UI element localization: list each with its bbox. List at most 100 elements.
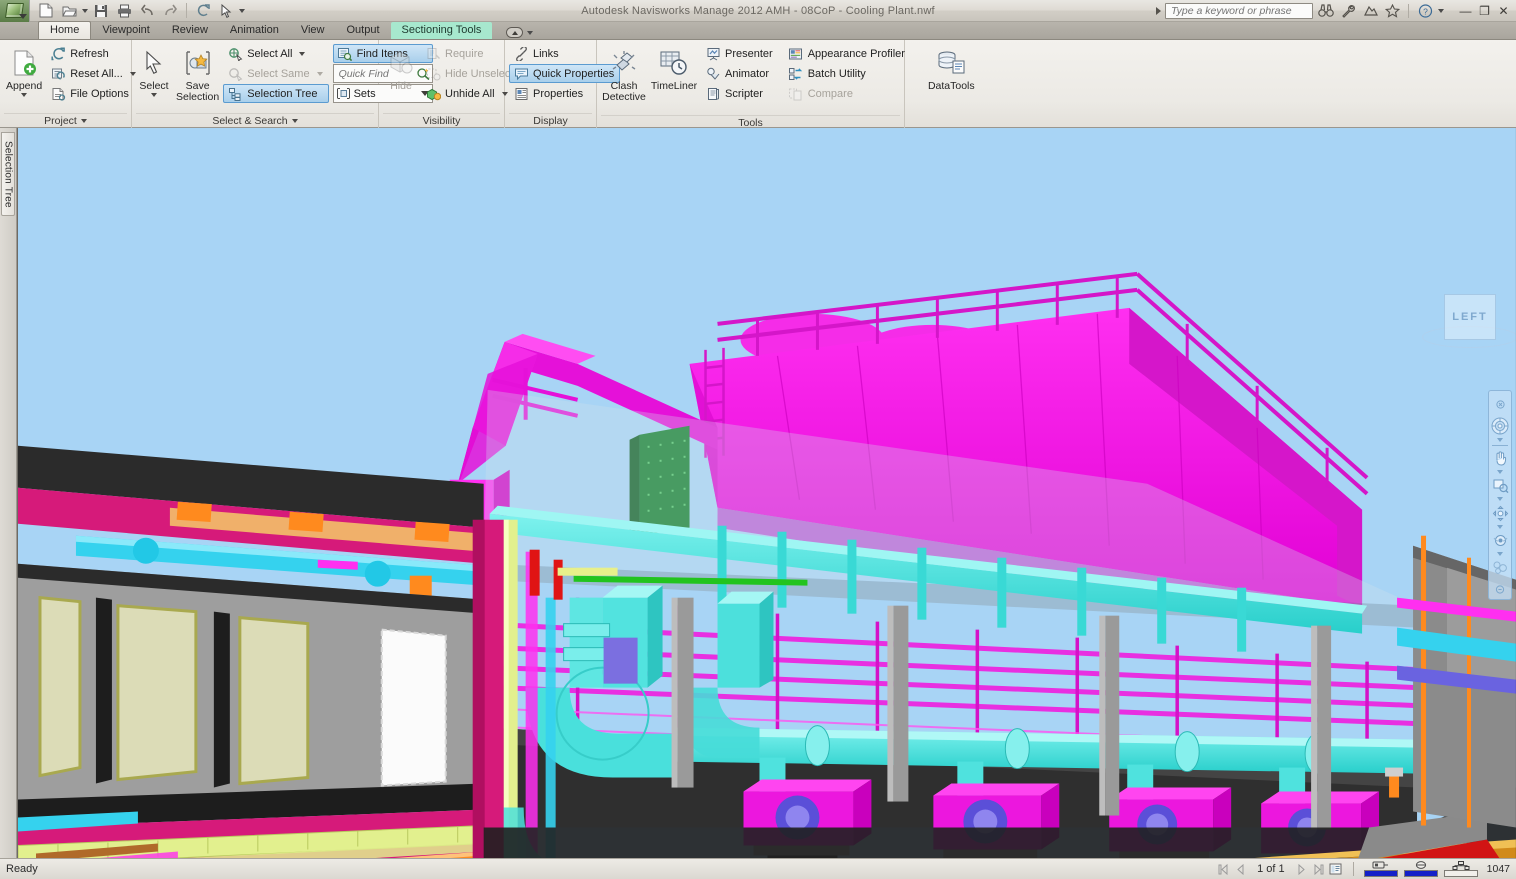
favorites-star-icon[interactable] <box>1383 2 1401 19</box>
datatools-button[interactable]: DataTools <box>926 43 977 96</box>
refresh-button[interactable] <box>193 1 213 20</box>
select-all-button[interactable]: Select All <box>223 44 328 63</box>
disk-usage-gauge[interactable] <box>1403 861 1438 877</box>
panel-project-title[interactable]: Project <box>4 113 127 128</box>
quick-access-toolbar <box>30 1 245 20</box>
tab-view[interactable]: View <box>290 22 336 39</box>
sets-icon <box>336 86 351 102</box>
sheet-browser-icon[interactable] <box>1329 862 1343 876</box>
scripter-icon <box>705 86 721 102</box>
navbar-close-icon[interactable] <box>1490 395 1510 414</box>
first-page-icon[interactable] <box>1216 862 1230 876</box>
search-input[interactable] <box>1171 4 1312 17</box>
infocenter <box>1156 2 1313 19</box>
animator-icon <box>705 66 721 82</box>
reset-all-button[interactable]: Reset All... <box>46 64 142 83</box>
chevron-down-icon[interactable] <box>1497 470 1503 475</box>
chevron-down-icon[interactable] <box>1497 524 1503 529</box>
help-dropdown-icon[interactable] <box>1438 8 1444 13</box>
drive-usage-g auge[interactable] <box>1363 861 1398 877</box>
open-file-button[interactable] <box>59 1 79 20</box>
tab-review[interactable]: Review <box>161 22 219 39</box>
sidebar-item-selection-tree[interactable]: Selection Tree <box>1 132 15 216</box>
save-file-button[interactable] <box>91 1 111 20</box>
previous-page-icon[interactable] <box>1233 862 1247 876</box>
chevron-down-icon[interactable] <box>80 119 87 123</box>
look-around-icon[interactable] <box>1490 531 1510 550</box>
chevron-down-icon[interactable] <box>299 51 306 56</box>
new-file-button[interactable] <box>36 1 56 20</box>
hide-cube-icon <box>385 47 417 79</box>
tab-sectioning-tools[interactable]: Sectioning Tools <box>390 22 493 39</box>
select-button[interactable]: Select <box>136 43 172 101</box>
navigation-bar[interactable] <box>1488 390 1512 600</box>
web-usage-gauge[interactable] <box>1443 860 1478 877</box>
search-input-wrapper[interactable] <box>1165 2 1313 19</box>
undo-button[interactable] <box>137 1 157 20</box>
zoom-window-icon[interactable] <box>1490 476 1510 495</box>
ribbon-minimize-pill[interactable] <box>506 27 524 38</box>
append-button[interactable]: Append <box>4 43 44 101</box>
close-button[interactable]: ✕ <box>1496 4 1511 18</box>
titlebar-divider <box>1408 3 1409 18</box>
subscription-icon[interactable] <box>1361 2 1379 19</box>
orbit-icon[interactable] <box>1490 503 1510 522</box>
selection-tree-button[interactable]: Selection Tree <box>223 84 329 103</box>
redo-button[interactable] <box>160 1 180 20</box>
select-mode-button[interactable] <box>216 1 236 20</box>
chevron-down-icon[interactable] <box>291 119 298 123</box>
presenter-label: Presenter <box>725 47 773 60</box>
last-page-icon[interactable] <box>1312 862 1326 876</box>
timeliner-button[interactable]: TimeLiner <box>649 43 699 96</box>
chevron-up-icon <box>511 30 518 35</box>
minimize-button[interactable]: — <box>1458 4 1473 18</box>
open-dropdown-icon[interactable] <box>82 8 88 13</box>
application-menu-button[interactable] <box>0 0 30 22</box>
next-page-icon[interactable] <box>1295 862 1309 876</box>
clash-detective-label: Clash Detective <box>602 80 646 103</box>
file-options-button[interactable]: File Options <box>46 84 142 103</box>
tab-home[interactable]: Home <box>38 21 92 39</box>
chevron-down-icon[interactable] <box>1497 437 1503 442</box>
tab-animation[interactable]: Animation <box>219 22 290 39</box>
presenter-button[interactable]: Presenter <box>701 44 779 63</box>
tab-output[interactable]: Output <box>336 22 391 39</box>
maximize-button[interactable]: ❐ <box>1477 4 1492 18</box>
refresh-button[interactable]: Refresh <box>46 44 142 63</box>
wrench-icon[interactable] <box>1339 2 1357 19</box>
ribbon-options-dropdown-icon[interactable] <box>527 30 534 35</box>
model-viewport-3d[interactable]: LEFT <box>17 128 1516 858</box>
animator-button[interactable]: Animator <box>701 64 779 83</box>
chevron-down-icon[interactable] <box>151 93 157 97</box>
select-same-label: Select Same <box>247 67 310 80</box>
navbar-options-icon[interactable] <box>1490 580 1510 599</box>
select-all-label: Select All <box>247 47 293 60</box>
help-icon[interactable]: ? <box>1416 2 1434 19</box>
binoculars-icon[interactable] <box>1317 2 1335 19</box>
tools-small-col2: Appearance Profiler Batch Utility Compar… <box>784 43 911 103</box>
chevron-down-icon[interactable] <box>21 93 28 97</box>
chevron-down-icon[interactable] <box>1497 552 1503 557</box>
ribbon-display-options[interactable] <box>492 27 541 39</box>
drive-usage-bar <box>1363 870 1398 877</box>
appearance-profiler-button[interactable]: Appearance Profiler <box>784 44 911 63</box>
print-button[interactable] <box>114 1 134 20</box>
save-selection-button[interactable]: Save Selection <box>174 43 221 107</box>
disk-usage-bar <box>1403 870 1438 877</box>
batch-utility-button[interactable]: Batch Utility <box>784 64 911 83</box>
walk-icon[interactable] <box>1490 558 1510 577</box>
timeliner-label: TimeLiner <box>650 80 698 92</box>
compare-button: Compare <box>784 84 911 103</box>
pan-hand-icon[interactable] <box>1490 449 1510 468</box>
clash-detective-button[interactable]: Clash Detective <box>601 43 647 107</box>
steering-wheel-icon[interactable] <box>1490 416 1510 435</box>
disk-icon <box>1415 861 1426 869</box>
select-small-col1: Select All Select Same Selection Tree <box>223 43 329 103</box>
selection-tree-icon <box>227 86 243 102</box>
scripter-button[interactable]: Scripter <box>701 84 779 103</box>
panel-select-search-title[interactable]: Select & Search <box>136 113 374 128</box>
select-dropdown-icon[interactable] <box>239 8 245 13</box>
tab-viewpoint[interactable]: Viewpoint <box>91 22 161 39</box>
chevron-down-icon[interactable] <box>1497 497 1503 502</box>
infocenter-expand-icon[interactable] <box>1156 6 1161 15</box>
